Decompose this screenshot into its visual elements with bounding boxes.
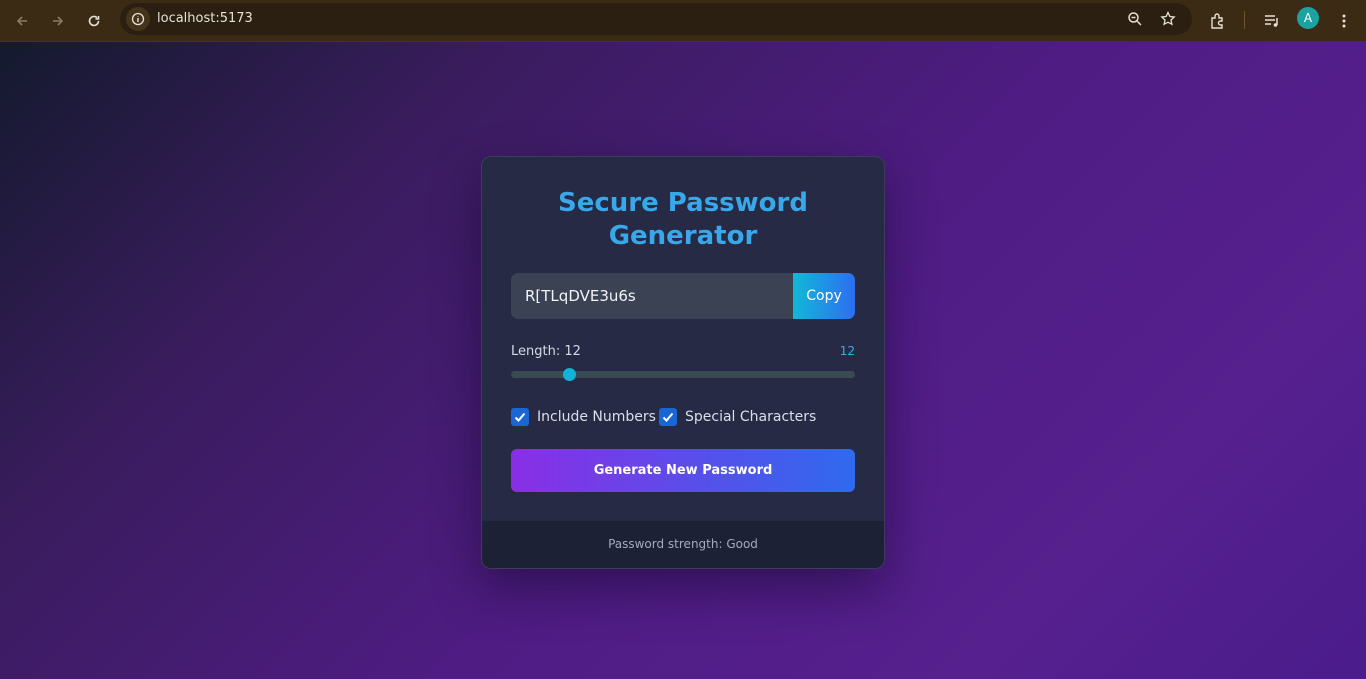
browser-menu-button[interactable] <box>1330 7 1358 35</box>
length-slider[interactable] <box>511 368 855 381</box>
include-numbers-checkbox[interactable] <box>511 408 529 426</box>
include-numbers-option[interactable]: Include Numbers <box>511 407 656 427</box>
copy-button[interactable]: Copy <box>793 273 855 319</box>
reload-icon <box>88 15 100 27</box>
extensions-icon <box>1211 13 1223 29</box>
special-characters-label: Special Characters <box>685 409 817 425</box>
back-icon <box>16 16 27 26</box>
forward-icon <box>53 16 64 26</box>
checkmark-icon <box>662 412 674 422</box>
password-output-group: Copy <box>511 273 855 319</box>
media-controls-button[interactable] <box>1258 7 1286 35</box>
page-background: Secure Password Generator Copy Length: 1… <box>0 42 1366 679</box>
url-text: localhost:5173 <box>157 11 253 26</box>
profile-avatar[interactable]: A <box>1297 7 1319 29</box>
zoom-icon[interactable] <box>1123 7 1147 31</box>
checkmark-icon <box>514 412 526 422</box>
password-strength-text: Password strength: Good <box>608 537 758 551</box>
extensions-button[interactable] <box>1204 7 1232 35</box>
length-label: Length: 12 <box>511 344 581 359</box>
back-button[interactable] <box>8 7 36 35</box>
forward-button[interactable] <box>44 7 72 35</box>
address-bar[interactable]: localhost:5173 <box>120 3 1192 35</box>
generate-password-button[interactable]: Generate New Password <box>511 449 855 492</box>
strength-footer: Password strength: Good <box>482 521 884 568</box>
menu-icon <box>1342 14 1346 28</box>
site-info-icon[interactable] <box>126 7 150 31</box>
slider-thumb[interactable] <box>563 368 577 381</box>
page-title: Secure Password Generator <box>558 188 808 251</box>
toolbar-separator <box>1244 11 1245 29</box>
password-field[interactable] <box>511 273 793 319</box>
include-numbers-label: Include Numbers <box>537 409 656 425</box>
password-generator-card: Secure Password Generator Copy Length: 1… <box>481 156 885 569</box>
reload-button[interactable] <box>80 7 108 35</box>
special-characters-option[interactable]: Special Characters <box>659 407 816 427</box>
media-controls-icon <box>1265 15 1278 27</box>
length-value: 12 <box>839 344 855 358</box>
bookmark-star-icon[interactable] <box>1156 7 1180 31</box>
special-characters-checkbox[interactable] <box>659 408 677 426</box>
browser-toolbar: localhost:5173 A <box>0 0 1366 42</box>
